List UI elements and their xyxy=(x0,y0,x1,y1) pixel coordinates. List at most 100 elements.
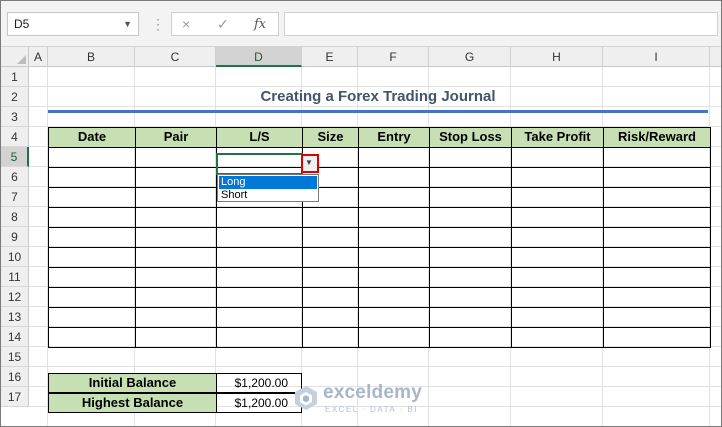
journal-cell[interactable] xyxy=(48,147,136,168)
journal-cell[interactable] xyxy=(48,327,136,348)
highest-balance-label[interactable]: Highest Balance xyxy=(48,393,217,413)
journal-cell[interactable] xyxy=(603,307,711,328)
column-header-g[interactable]: G xyxy=(429,47,511,67)
initial-balance-value[interactable]: $1,200.00 xyxy=(216,373,302,393)
column-header-b[interactable]: B xyxy=(48,47,135,67)
journal-cell[interactable] xyxy=(302,267,359,288)
drag-handle-icon[interactable]: ⋮ xyxy=(151,16,165,33)
journal-cell[interactable] xyxy=(603,207,711,228)
journal-cell[interactable] xyxy=(429,307,512,328)
check-icon[interactable]: ✓ xyxy=(217,16,229,33)
row-header-8[interactable]: 8 xyxy=(1,207,29,227)
journal-cell[interactable] xyxy=(429,267,512,288)
journal-cell[interactable] xyxy=(358,307,430,328)
journal-cell[interactable] xyxy=(358,207,430,228)
journal-cell[interactable] xyxy=(511,287,604,308)
row-header-7[interactable]: 7 xyxy=(1,187,29,207)
journal-cell[interactable] xyxy=(135,167,217,188)
column-header-f[interactable]: F xyxy=(358,47,429,67)
row-header-4[interactable]: 4 xyxy=(1,127,29,147)
journal-header-date[interactable]: Date xyxy=(48,127,136,148)
row-header-6[interactable]: 6 xyxy=(1,167,29,187)
row-header-2[interactable]: 2 xyxy=(1,87,29,107)
journal-cell[interactable] xyxy=(511,327,604,348)
journal-cell[interactable] xyxy=(429,147,512,168)
journal-cell[interactable] xyxy=(603,227,711,248)
column-header-c[interactable]: C xyxy=(135,47,216,67)
row-header-3[interactable]: 3 xyxy=(1,107,29,127)
journal-cell[interactable] xyxy=(603,247,711,268)
journal-cell[interactable] xyxy=(48,167,136,188)
column-header-e[interactable]: E xyxy=(302,47,358,67)
journal-cell[interactable] xyxy=(302,287,359,308)
journal-cell[interactable] xyxy=(358,227,430,248)
name-box[interactable]: D5 ▼ xyxy=(7,12,139,36)
row-header-14[interactable]: 14 xyxy=(1,327,29,347)
journal-cell[interactable] xyxy=(135,187,217,208)
row-header-10[interactable]: 10 xyxy=(1,247,29,267)
journal-cell[interactable] xyxy=(135,307,217,328)
journal-cell[interactable] xyxy=(429,327,512,348)
column-header-d[interactable]: D xyxy=(216,47,302,67)
journal-cell[interactable] xyxy=(603,167,711,188)
highest-balance-value[interactable]: $1,200.00 xyxy=(216,393,302,413)
dropdown-option-long[interactable]: Long xyxy=(219,176,317,189)
journal-cell[interactable] xyxy=(135,287,217,308)
row-header-9[interactable]: 9 xyxy=(1,227,29,247)
journal-cell[interactable] xyxy=(135,267,217,288)
journal-cell[interactable] xyxy=(603,267,711,288)
column-header-a[interactable]: A xyxy=(29,47,48,67)
journal-cell[interactable] xyxy=(603,327,711,348)
journal-cell[interactable] xyxy=(358,267,430,288)
journal-cell[interactable] xyxy=(603,287,711,308)
journal-cell[interactable] xyxy=(216,307,303,328)
formula-input[interactable] xyxy=(284,12,718,36)
journal-cell[interactable] xyxy=(48,187,136,208)
journal-cell[interactable] xyxy=(48,207,136,228)
journal-cell[interactable] xyxy=(358,247,430,268)
journal-cell[interactable] xyxy=(135,147,217,168)
journal-cell[interactable] xyxy=(511,247,604,268)
journal-cell[interactable] xyxy=(216,287,303,308)
journal-cell[interactable] xyxy=(603,187,711,208)
journal-cell[interactable] xyxy=(216,247,303,268)
journal-cell[interactable] xyxy=(302,307,359,328)
journal-cell[interactable] xyxy=(48,267,136,288)
journal-cell[interactable] xyxy=(511,187,604,208)
journal-cell[interactable] xyxy=(511,227,604,248)
journal-cell[interactable] xyxy=(135,227,217,248)
journal-cell[interactable] xyxy=(429,227,512,248)
journal-header-stop-loss[interactable]: Stop Loss xyxy=(429,127,512,148)
chevron-down-icon[interactable]: ▼ xyxy=(123,19,132,29)
journal-cell[interactable] xyxy=(302,207,359,228)
row-header-15[interactable]: 15 xyxy=(1,347,29,367)
journal-header-risk-reward[interactable]: Risk/Reward xyxy=(603,127,711,148)
journal-cell[interactable] xyxy=(302,227,359,248)
row-header-12[interactable]: 12 xyxy=(1,287,29,307)
journal-cell[interactable] xyxy=(358,187,430,208)
journal-cell[interactable] xyxy=(48,287,136,308)
journal-cell[interactable] xyxy=(216,207,303,228)
journal-cell[interactable] xyxy=(48,247,136,268)
journal-cell[interactable] xyxy=(135,327,217,348)
journal-cell[interactable] xyxy=(358,327,430,348)
column-header-i[interactable]: I xyxy=(603,47,710,67)
journal-cell[interactable] xyxy=(429,187,512,208)
journal-cell[interactable] xyxy=(358,287,430,308)
row-header-17[interactable]: 17 xyxy=(1,387,29,407)
journal-cell[interactable] xyxy=(358,167,430,188)
active-cell-d5[interactable] xyxy=(216,153,303,175)
journal-cell[interactable] xyxy=(302,327,359,348)
journal-cell[interactable] xyxy=(511,267,604,288)
row-header-16[interactable]: 16 xyxy=(1,367,29,387)
journal-cell[interactable] xyxy=(135,247,217,268)
journal-header-pair[interactable]: Pair xyxy=(135,127,217,148)
journal-cell[interactable] xyxy=(511,167,604,188)
journal-header-entry[interactable]: Entry xyxy=(358,127,430,148)
journal-cell[interactable] xyxy=(429,167,512,188)
cancel-icon[interactable]: × xyxy=(182,16,190,32)
journal-cell[interactable] xyxy=(216,267,303,288)
dropdown-option-short[interactable]: Short xyxy=(219,189,317,202)
column-header-next[interactable] xyxy=(710,47,721,67)
journal-cell[interactable] xyxy=(511,307,604,328)
